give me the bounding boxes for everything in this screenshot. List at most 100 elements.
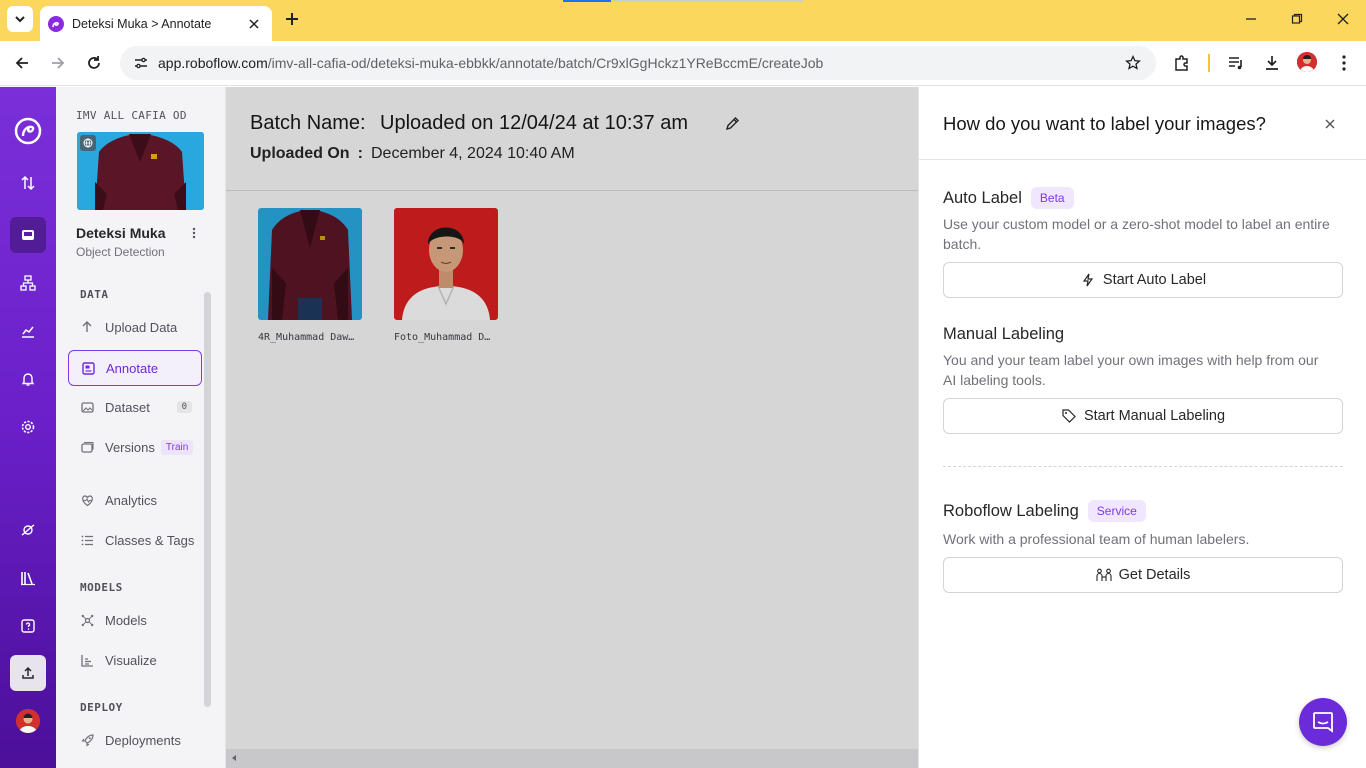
forward-button[interactable] (46, 51, 70, 75)
close-icon[interactable] (246, 16, 262, 32)
url-path: /imv-all-cafia-od/deteksi-muka-ebbkk/ann… (267, 55, 824, 71)
rail-projects-button[interactable] (10, 217, 46, 253)
label-method-panel: How do you want to label your images? Au… (918, 87, 1366, 768)
panel-close-button[interactable] (1321, 115, 1339, 133)
url-host: app.roboflow.com (158, 55, 268, 71)
close-icon (1337, 13, 1349, 25)
annotate-icon (81, 361, 95, 375)
rail-help-button[interactable] (10, 608, 46, 644)
restore-button[interactable] (1286, 8, 1308, 30)
project-menu-button[interactable] (188, 223, 200, 243)
help-icon (21, 619, 35, 633)
versions-icon (80, 440, 94, 454)
dataset-count-badge: 0 (176, 401, 192, 413)
window-close-button[interactable] (1332, 8, 1354, 30)
address-bar[interactable]: app.roboflow.com/imv-all-cafia-od/deteks… (120, 46, 1156, 80)
rail-settings-button[interactable] (10, 409, 46, 445)
service-badge: Service (1087, 500, 1146, 522)
list-icon (80, 533, 94, 547)
rail-docs-button[interactable] (10, 560, 46, 596)
inbox-icon (22, 230, 34, 240)
downloads-button[interactable] (1260, 51, 1284, 75)
sidebar-item-deployments[interactable]: Deployments (68, 722, 202, 758)
start-auto-label-button[interactable]: Start Auto Label (943, 262, 1343, 298)
tag-icon (1061, 408, 1077, 424)
extensions-button[interactable] (1170, 51, 1194, 75)
tab-search-button[interactable] (7, 6, 33, 32)
back-button[interactable] (10, 51, 34, 75)
arrow-right-icon (52, 57, 65, 69)
chart-line-icon (22, 326, 34, 338)
sidebar-item-dataset[interactable]: Dataset 0 (68, 389, 202, 425)
sidebar-item-visualize[interactable]: Visualize (68, 642, 202, 678)
auto-label-title: Auto Label Beta (943, 187, 1074, 209)
minimize-button[interactable] (1240, 8, 1262, 30)
project-type: Object Detection (76, 245, 165, 259)
network-icon (80, 613, 94, 627)
sidebar-item-label: Visualize (105, 652, 157, 668)
roboflow-logo-icon[interactable] (14, 117, 42, 145)
media-control-button[interactable] (1224, 51, 1248, 75)
sidebar-item-models[interactable]: Models (68, 602, 202, 638)
panel-title: How do you want to label your images? (943, 113, 1266, 134)
sidebar-item-upload-data[interactable]: Upload Data (68, 309, 202, 345)
rail-upload-button[interactable] (10, 655, 46, 691)
tab-group-indicator (563, 0, 611, 2)
sidebar-item-label: Dataset (105, 399, 150, 415)
rail-analytics-button[interactable] (10, 313, 46, 349)
toolbar-separator (1208, 54, 1210, 72)
start-manual-labeling-button[interactable]: Start Manual Labeling (943, 398, 1343, 434)
sidebar-item-label: Models (105, 612, 147, 628)
site-settings-icon[interactable] (130, 52, 152, 74)
auto-label-description: Use your custom model or a zero-shot mod… (943, 216, 1330, 252)
sidebar-item-analytics[interactable]: Analytics (68, 482, 202, 518)
bookmark-star-icon[interactable] (1122, 52, 1144, 74)
sidebar-item-annotate[interactable]: Annotate (68, 350, 202, 386)
browser-profile-avatar[interactable] (1297, 52, 1317, 72)
sidebar-item-label: Annotate (106, 360, 159, 376)
chevron-down-icon (15, 16, 25, 23)
restore-icon (1291, 13, 1303, 24)
sidebar-item-classes-tags[interactable]: Classes & Tags (68, 522, 202, 558)
section-data: DATA (80, 288, 109, 301)
get-details-label: Get Details (1118, 567, 1191, 583)
planet-icon (21, 524, 35, 536)
minimize-icon (1246, 18, 1256, 20)
section-models: MODELS (80, 581, 123, 594)
project-thumbnail[interactable] (77, 132, 204, 210)
browser-tab[interactable]: Deteksi Muka > Annotate (40, 6, 272, 41)
sidebar-item-label: Analytics (105, 492, 158, 508)
sort-arrows-icon (21, 175, 35, 191)
project-sidebar: IMV ALL CAFIA OD Deteksi Muka Object Det… (56, 87, 226, 768)
reload-button[interactable] (82, 51, 106, 75)
rail-universe-button[interactable] (10, 512, 46, 548)
more-vertical-icon (1342, 55, 1346, 71)
sidebar-item-label: Deployments (105, 732, 181, 748)
project-name: Deteksi Muka (76, 225, 166, 241)
reload-icon (88, 56, 100, 69)
roboflow-favicon-icon (48, 15, 64, 32)
tab-group-indicator (613, 0, 803, 2)
rail-workflows-button[interactable] (10, 265, 46, 301)
beta-badge: Beta (1030, 187, 1074, 209)
chat-support-button[interactable] (1299, 698, 1347, 746)
more-vertical-icon (192, 227, 196, 239)
modal-backdrop[interactable] (226, 87, 918, 768)
browser-menu-button[interactable] (1332, 51, 1356, 75)
sidebar-item-label: Classes & Tags (105, 532, 195, 548)
lightning-icon (1080, 272, 1096, 288)
hierarchy-icon (20, 275, 36, 291)
train-badge[interactable]: Train (160, 439, 194, 455)
new-tab-button[interactable] (281, 8, 303, 30)
arrow-up-icon (80, 320, 94, 334)
user-avatar[interactable] (16, 709, 40, 733)
workspace-name[interactable]: IMV ALL CAFIA OD (76, 109, 187, 122)
sidebar-item-versions[interactable]: Versions Train (68, 429, 202, 465)
sidebar-scrollbar[interactable] (204, 292, 211, 707)
chat-icon (1313, 712, 1333, 733)
roboflow-labeling-title: Roboflow Labeling Service (943, 500, 1146, 522)
options-divider (943, 466, 1343, 467)
rail-notifications-button[interactable] (10, 361, 46, 397)
rail-sort-button[interactable] (10, 165, 46, 201)
get-details-button[interactable]: Get Details (943, 557, 1343, 593)
